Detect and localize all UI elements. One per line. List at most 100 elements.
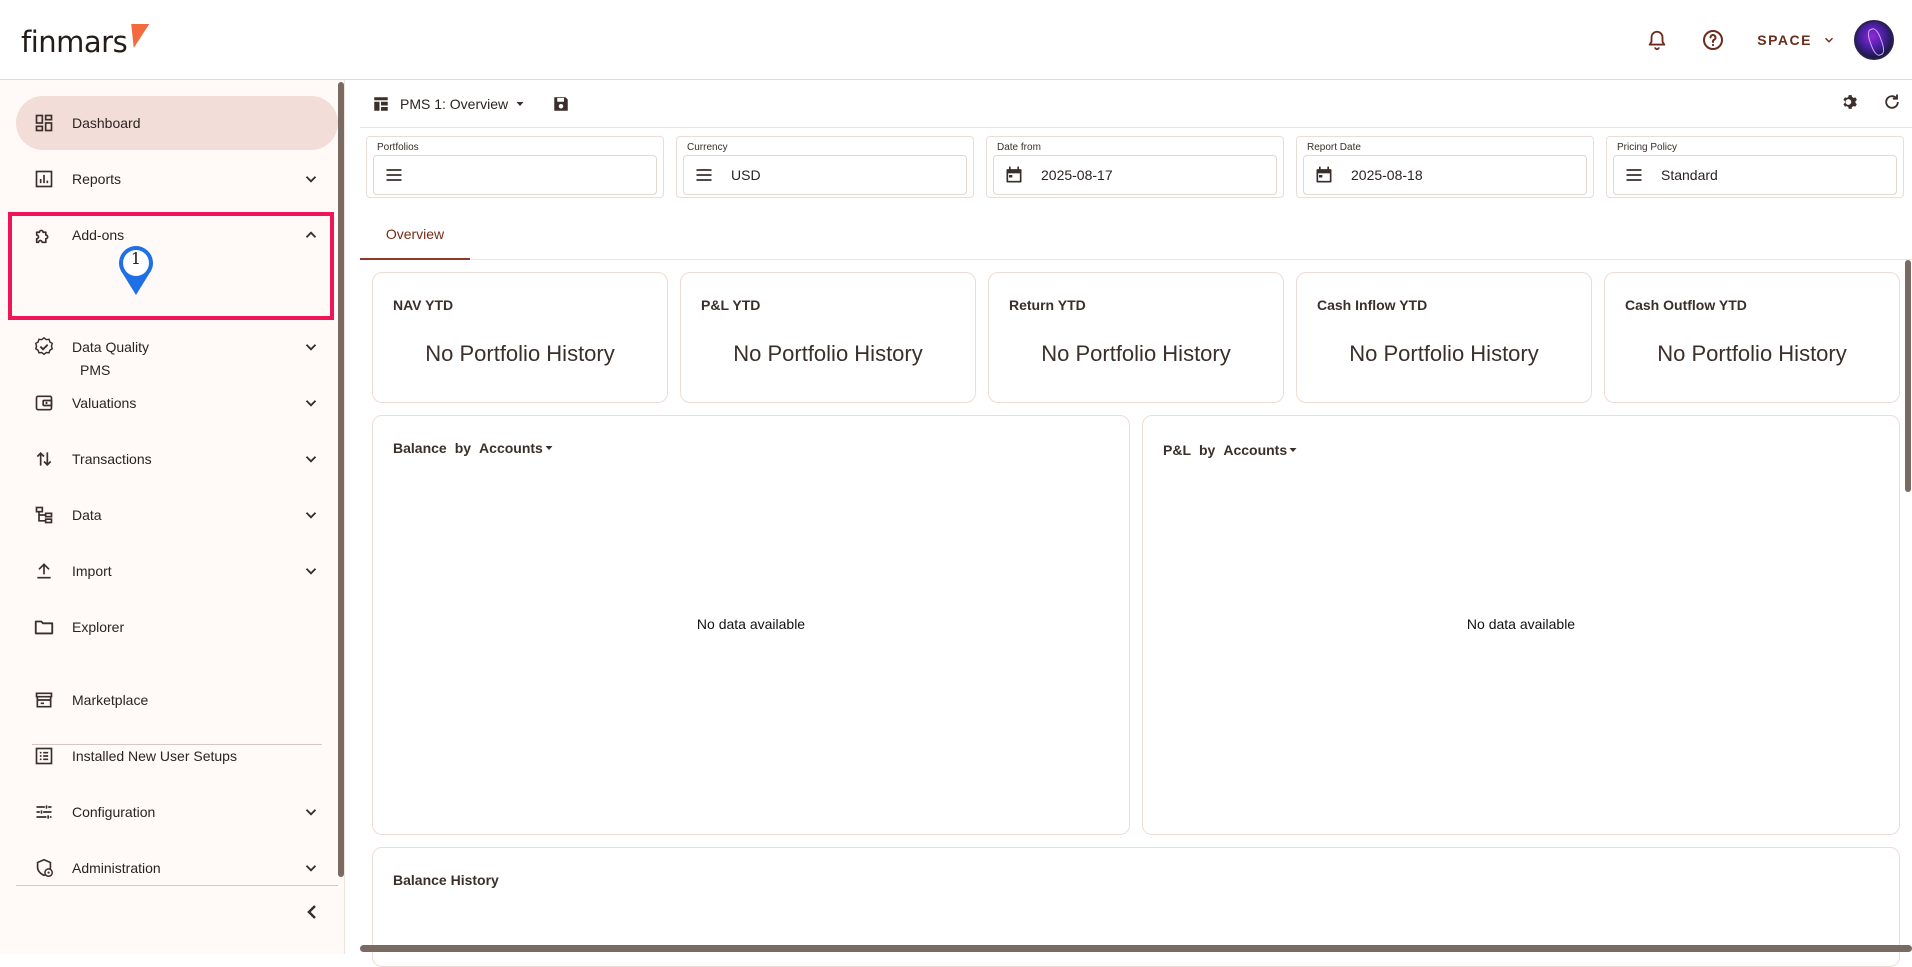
currency-select[interactable]: USD: [683, 155, 967, 195]
pl-by-accounts-card: P&L by Accounts No data available: [1142, 415, 1900, 835]
sidebar-item-administration[interactable]: Administration: [16, 841, 338, 895]
kpi-card-return-ytd: Return YTD No Portfolio History: [988, 272, 1284, 403]
space-selector-button[interactable]: SPACE: [1757, 32, 1836, 48]
sidebar-item-reports[interactable]: Reports: [16, 152, 338, 206]
kpi-title: Cash Outflow YTD: [1625, 297, 1747, 313]
sidebar-item-data-quality[interactable]: Data Quality: [16, 320, 338, 374]
caret-down-icon: [1289, 448, 1297, 452]
swap-vertical-icon: [33, 448, 55, 470]
sidebar-item-configuration[interactable]: Configuration: [16, 785, 338, 839]
kpi-card-cash-inflow-ytd: Cash Inflow YTD No Portfolio History: [1296, 272, 1592, 403]
top-right-actions: SPACE: [1637, 0, 1912, 80]
chevron-down-icon: [305, 400, 317, 407]
storefront-icon: [33, 689, 55, 711]
finmars-logo[interactable]: finmars: [21, 22, 150, 62]
chevron-down-icon: [305, 865, 317, 872]
sidebar-item-marketplace[interactable]: Marketplace: [16, 673, 338, 727]
filter-bar: Portfolios Currency USD Date from 2025-0…: [360, 128, 1912, 208]
filter-date-from: Date from 2025-08-17: [986, 136, 1284, 198]
calendar-icon: [1004, 164, 1026, 186]
no-data-message: No data available: [696, 616, 806, 632]
filter-value: Standard: [1661, 167, 1718, 183]
filter-label: Currency: [687, 142, 728, 153]
calendar-icon: [1314, 164, 1336, 186]
sidebar-item-explorer[interactable]: Explorer: [16, 600, 338, 654]
chart-by-text: by: [1199, 442, 1216, 458]
sidebar-item-import[interactable]: Import: [16, 544, 338, 598]
report-date-field[interactable]: 2025-08-18: [1303, 155, 1587, 195]
kpi-title: NAV YTD: [393, 297, 454, 313]
main-horizontal-scrollbar[interactable]: [360, 945, 1912, 952]
main-vertical-scrollbar[interactable]: [1905, 260, 1911, 492]
kpi-value: No Portfolio History: [1349, 341, 1539, 366]
chart-by-text: by: [454, 440, 472, 456]
notifications-bell-icon[interactable]: [1637, 20, 1677, 60]
filter-label: Portfolios: [377, 142, 419, 153]
sidebar-item-label: Administration: [72, 860, 161, 876]
chevron-down-icon: [305, 512, 317, 519]
layout-grid-icon: [374, 96, 388, 111]
step-marker-number: 1: [130, 249, 142, 268]
kpi-value: No Portfolio History: [1041, 341, 1231, 366]
layout-selector[interactable]: PMS 1: Overview: [372, 95, 526, 113]
user-avatar[interactable]: [1854, 20, 1894, 60]
filter-value: 2025-08-17: [1041, 167, 1113, 183]
sidebar-item-installed-new-user-setups[interactable]: Installed New User Setups: [16, 729, 338, 783]
upload-icon: [33, 560, 55, 582]
admin-shield-icon: [33, 857, 55, 879]
chart-title: P&L by Accounts: [1163, 442, 1299, 458]
layout-label: PMS 1: Overview: [400, 95, 509, 112]
dashboard-toolbar: PMS 1: Overview: [360, 80, 1912, 128]
chart-title: Balance by Accounts: [393, 440, 555, 456]
chevron-down-icon: [305, 176, 317, 183]
sidebar-item-label: Explorer: [72, 619, 125, 635]
help-icon[interactable]: [1693, 20, 1733, 60]
save-icon[interactable]: [552, 95, 570, 113]
filter-label: Date from: [997, 142, 1041, 153]
dashboard-tabs: Overview: [360, 210, 1912, 260]
menu-lines-icon: [384, 164, 406, 186]
chart-title-text: P&L: [1163, 442, 1191, 458]
sidebar-footer-divider: [16, 885, 338, 886]
verified-badge-icon: [33, 336, 55, 358]
kpi-card-nav-ytd: NAV YTD No Portfolio History: [372, 272, 668, 403]
kpi-title: Cash Inflow YTD: [1317, 297, 1428, 313]
sidebar-item-label: Data Quality: [72, 339, 150, 355]
portfolios-select[interactable]: [373, 155, 657, 195]
folder-icon: [33, 616, 55, 638]
wallet-icon: [33, 392, 55, 414]
tab-overview[interactable]: Overview: [360, 210, 470, 260]
kpi-value: No Portfolio History: [425, 341, 615, 366]
kpi-card-cash-outflow-ytd: Cash Outflow YTD No Portfolio History: [1604, 272, 1900, 403]
sidebar-item-label: Configuration: [72, 804, 156, 820]
logo-mark-icon: [124, 24, 150, 48]
group-by-dropdown[interactable]: Accounts: [479, 440, 555, 456]
logo-text: finmars: [21, 25, 128, 59]
pricing-policy-select[interactable]: Standard: [1613, 155, 1897, 195]
filter-currency: Currency USD: [676, 136, 974, 198]
group-by-dropdown[interactable]: Accounts: [1223, 442, 1299, 458]
filter-value: 2025-08-18: [1351, 167, 1423, 183]
chart-title-text: Balance: [393, 440, 447, 456]
settings-gear-icon[interactable]: [1840, 92, 1860, 112]
sidebar-item-data[interactable]: Data: [16, 488, 338, 542]
chart-title: Balance History: [393, 872, 499, 888]
toolbar-right-actions: [1840, 92, 1902, 112]
kpi-value: No Portfolio History: [733, 341, 923, 366]
refresh-icon[interactable]: [1882, 92, 1902, 112]
sidebar-scrollbar[interactable]: [338, 82, 344, 877]
date-from-field[interactable]: 2025-08-17: [993, 155, 1277, 195]
filter-portfolios: Portfolios: [366, 136, 664, 198]
sidebar-item-label: Dashboard: [72, 115, 141, 131]
collapse-sidebar-chevron-left-icon[interactable]: [300, 900, 324, 924]
chevron-down-icon: [305, 344, 317, 351]
kpi-value: No Portfolio History: [1657, 341, 1847, 366]
sidebar-item-dashboard[interactable]: Dashboard: [16, 96, 338, 150]
filter-label: Report Date: [1307, 142, 1361, 153]
sidebar-item-valuations[interactable]: Valuations: [16, 376, 338, 430]
kpi-card-pl-ytd: P&L YTD No Portfolio History: [680, 272, 976, 403]
chevron-down-icon: [305, 809, 317, 816]
chart-title-text: Balance History: [393, 872, 499, 888]
sidebar-item-label: Data: [72, 507, 102, 523]
sidebar-item-transactions[interactable]: Transactions: [16, 432, 338, 486]
